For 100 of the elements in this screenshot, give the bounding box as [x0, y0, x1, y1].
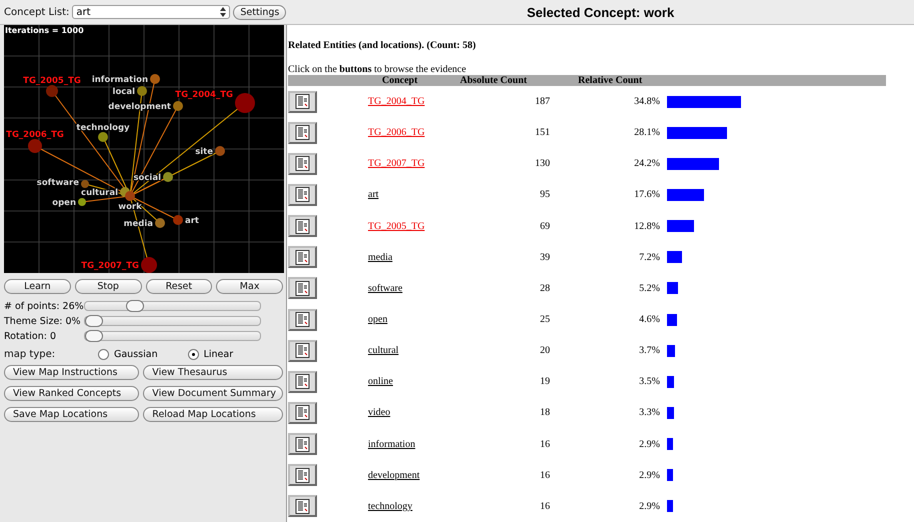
concept-link[interactable]: TG_2005_TG	[368, 220, 425, 232]
concept-link[interactable]: TG_2004_TG	[368, 96, 425, 108]
slider-label: # of points: 26%	[4, 300, 84, 312]
map-button[interactable]: Stop	[74, 279, 142, 294]
node-label: TG_2004_TG	[175, 90, 233, 100]
absolute-count: 39	[539, 252, 550, 263]
concept-node[interactable]	[78, 198, 86, 206]
related-heading: Related Entities (and locations). (Count: 58)	[288, 40, 477, 51]
evidence-button[interactable]	[288, 495, 317, 518]
relative-count: 24.2%	[633, 158, 660, 170]
concept-link[interactable]: TG_2007_TG	[368, 158, 425, 170]
absolute-count: 16	[539, 500, 550, 512]
slider-thumb[interactable]	[85, 315, 103, 327]
concept-node[interactable]	[28, 139, 42, 153]
map-button[interactable]: Learn	[4, 279, 71, 294]
radio-option[interactable]: Gaussian	[98, 348, 158, 360]
slider-thumb[interactable]	[126, 300, 144, 312]
document-icon	[294, 374, 310, 390]
evidence-button[interactable]	[288, 340, 317, 362]
concept-node[interactable]	[150, 74, 160, 84]
instruction-text: Click on the buttons to browse the evidence	[288, 64, 468, 75]
map-button[interactable]: Max	[216, 279, 283, 294]
concept-node[interactable]	[215, 146, 225, 156]
concept-link[interactable]: cultural	[368, 345, 399, 356]
evidence-button[interactable]	[288, 90, 317, 113]
slider-thumb[interactable]	[85, 330, 103, 342]
document-icon	[294, 436, 310, 452]
map-type-label: map type:	[4, 348, 56, 360]
concept-node[interactable]	[235, 93, 255, 113]
count-bar	[667, 251, 682, 264]
concept-link[interactable]: TG_2006_TG	[368, 127, 425, 138]
slider[interactable]	[84, 301, 261, 311]
count-bar	[667, 376, 674, 388]
relative-count: 3.7%	[638, 345, 660, 356]
absolute-count: 20	[539, 345, 550, 356]
slider[interactable]	[84, 331, 261, 341]
concept-list-label: Concept List:	[4, 6, 70, 18]
concept-link[interactable]: development	[368, 470, 420, 481]
concept-select[interactable]: art	[72, 5, 230, 19]
node-label: site	[195, 147, 213, 157]
count-bar	[667, 126, 727, 139]
node-label: cultural	[81, 188, 118, 198]
concept-link[interactable]: video	[368, 407, 390, 418]
concept-link[interactable]: software	[368, 282, 402, 294]
concept-node[interactable]	[173, 101, 183, 111]
document-icon	[294, 468, 310, 483]
radio-button[interactable]	[188, 348, 199, 360]
action-button[interactable]: View Map Instructions	[4, 365, 140, 380]
count-bar	[667, 158, 719, 170]
absolute-count: 187	[534, 96, 550, 108]
relative-count: 2.9%	[638, 500, 660, 512]
concept-link[interactable]: information	[368, 438, 416, 450]
action-button[interactable]: Reload Map Locations	[143, 407, 283, 422]
evidence-button[interactable]	[288, 122, 317, 144]
action-button[interactable]: View Ranked Concepts	[4, 386, 140, 401]
column-header: Absolute Count	[460, 75, 528, 86]
concept-node[interactable]	[137, 86, 147, 96]
evidence-button[interactable]	[288, 402, 317, 424]
concept-link[interactable]: art	[368, 189, 379, 200]
document-icon	[294, 498, 310, 514]
concept-node[interactable]	[163, 172, 173, 182]
radio-option[interactable]: Linear	[188, 348, 234, 360]
node-label: TG_2006_TG	[6, 130, 64, 140]
concept-link[interactable]: media	[368, 252, 392, 263]
evidence-button[interactable]	[288, 215, 317, 238]
relative-count: 34.8%	[633, 96, 660, 108]
evidence-button[interactable]	[288, 246, 317, 268]
document-icon	[294, 343, 310, 358]
relative-count: 17.6%	[633, 189, 660, 200]
evidence-button[interactable]	[288, 277, 317, 300]
evidence-button[interactable]	[288, 184, 317, 206]
count-bar	[667, 344, 675, 357]
document-icon	[294, 250, 310, 265]
concept-node[interactable]	[155, 218, 165, 228]
concept-link[interactable]: open	[368, 314, 388, 326]
concept-node[interactable]	[81, 180, 89, 188]
map-button[interactable]: Reset	[146, 279, 212, 294]
evidence-button[interactable]	[288, 152, 317, 175]
concept-node[interactable]	[98, 132, 108, 142]
evidence-button[interactable]	[288, 308, 317, 331]
concept-link[interactable]: online	[368, 376, 393, 388]
node-label: information	[92, 75, 148, 85]
evidence-button[interactable]	[288, 464, 317, 486]
absolute-count: 28	[539, 282, 550, 294]
concept-node[interactable]	[173, 215, 183, 225]
concept-node[interactable]	[46, 85, 58, 97]
concept-node[interactable]	[141, 257, 157, 273]
slider[interactable]	[84, 316, 261, 326]
concept-node[interactable]	[125, 191, 135, 201]
evidence-button[interactable]	[288, 433, 317, 456]
action-button[interactable]: View Thesaurus	[143, 365, 283, 380]
relative-count: 5.2%	[638, 282, 660, 294]
action-button[interactable]: Save Map Locations	[4, 407, 140, 422]
evidence-button[interactable]	[288, 370, 317, 393]
settings-button[interactable]: Settings	[233, 4, 286, 20]
radio-button[interactable]	[98, 348, 109, 360]
slider-label: Theme Size: 0%	[4, 316, 82, 326]
node-label: local	[112, 87, 135, 97]
concept-link[interactable]: technology	[368, 500, 412, 512]
action-button[interactable]: View Document Summary	[143, 386, 283, 401]
